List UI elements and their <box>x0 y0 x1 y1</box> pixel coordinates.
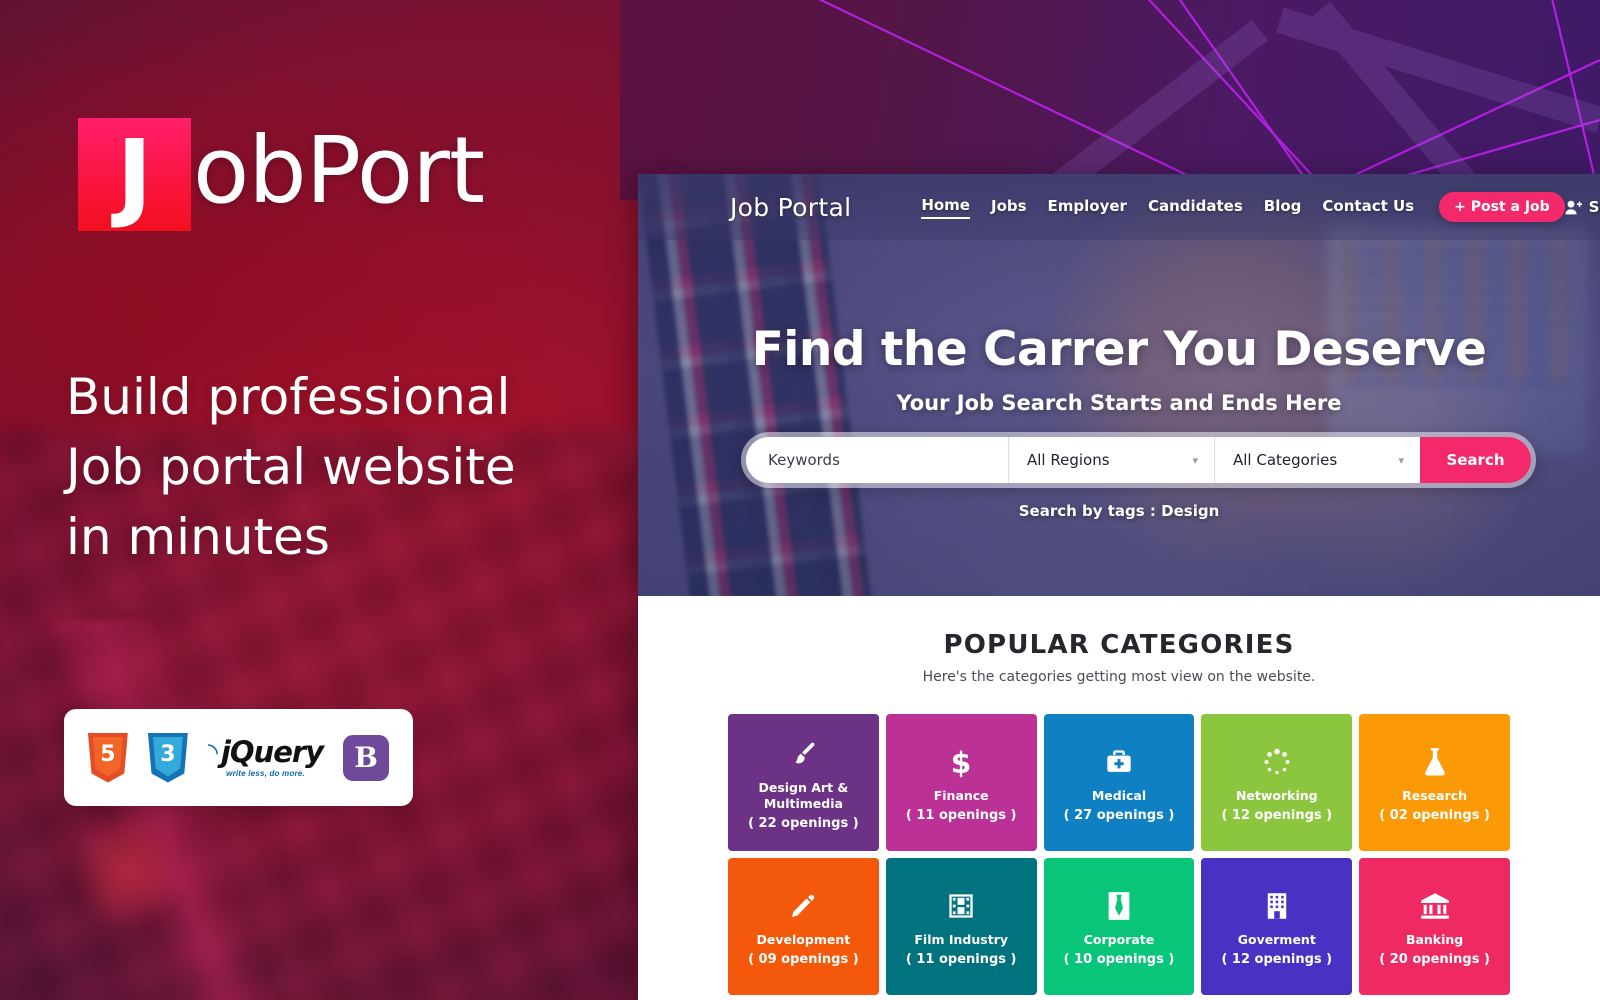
category-tile[interactable]: Goverment ( 12 openings ) <box>1201 858 1353 995</box>
html5-glyph: 5 <box>100 742 116 767</box>
jquery-icon: ◝ jQuery write less, do more. <box>207 734 324 778</box>
promo-red-glow <box>78 810 178 930</box>
tagline-line-2: Job portal website <box>66 438 516 496</box>
job-search-bar: Keywords All Regions ▾ All Categories ▾ … <box>741 432 1536 488</box>
category-openings: ( 10 openings ) <box>1063 952 1175 968</box>
category-name: Finance <box>933 787 989 803</box>
search-by-tags-line: Search by tags : Design <box>1018 502 1220 520</box>
logo-mark: J <box>78 118 191 231</box>
html5-icon: 5 <box>87 732 128 783</box>
search-button[interactable]: Search <box>1420 437 1531 483</box>
category-name: Networking <box>1235 787 1318 803</box>
category-name: Research <box>1402 787 1468 803</box>
signup-login-label: Signup / Login <box>1588 198 1600 216</box>
chevron-down-icon: ▾ <box>1192 453 1198 467</box>
office-building-icon <box>1264 886 1290 926</box>
category-tile[interactable]: Corporate ( 10 openings ) <box>1043 858 1195 995</box>
tagline-line-1: Build professional <box>66 368 511 426</box>
hero-copy: Find the Carrer You Deserve Your Job Sea… <box>638 322 1600 415</box>
promo-tagline: Build professional Job portal website in… <box>66 362 626 572</box>
nav-links: Home Jobs Employer Candidates Blog Conta… <box>921 192 1565 222</box>
nav-item-jobs[interactable]: Jobs <box>991 197 1027 218</box>
signup-login-link[interactable]: Signup / Login <box>1565 198 1600 216</box>
category-openings: ( 12 openings ) <box>1221 952 1333 968</box>
site-navbar: Job Portal Home Jobs Employer Candidates… <box>638 174 1600 240</box>
hero-title: Find the Carrer You Deserve <box>751 322 1487 377</box>
network-decoration-panel <box>620 0 1600 200</box>
logo-mark-letter: J <box>116 118 153 231</box>
category-name: Goverment <box>1237 931 1316 947</box>
post-a-job-button[interactable]: + Post a Job <box>1439 192 1565 222</box>
css3-glyph: 3 <box>160 742 176 767</box>
pencil-icon <box>789 886 817 926</box>
region-select[interactable]: All Regions ▾ <box>1008 437 1214 483</box>
nav-item-blog[interactable]: Blog <box>1264 197 1302 218</box>
category-tile[interactable]: Networking ( 12 openings ) <box>1201 714 1353 851</box>
category-openings: ( 09 openings ) <box>748 952 859 968</box>
category-select[interactable]: All Categories ▾ <box>1214 437 1420 483</box>
category-tile[interactable]: Banking ( 20 openings ) <box>1359 858 1510 995</box>
category-tile[interactable]: $ Finance ( 11 openings ) <box>885 714 1037 851</box>
bank-icon <box>1420 886 1450 926</box>
promo-light-streak <box>0 620 380 1000</box>
category-openings: ( 27 openings ) <box>1063 808 1175 824</box>
svg-text:$: $ <box>951 746 972 778</box>
paint-brush-icon <box>788 734 818 774</box>
jobport-logo: J obPort <box>78 117 485 231</box>
job-search-bar-inner: Keywords All Regions ▾ All Categories ▾ … <box>746 437 1531 483</box>
dollar-icon: $ <box>949 742 973 782</box>
hero-subtitle: Your Job Search Starts and Ends Here <box>896 391 1342 415</box>
nav-item-home[interactable]: Home <box>921 196 970 219</box>
bootstrap-icon: B <box>343 734 390 781</box>
site-brand[interactable]: Job Portal <box>730 193 851 222</box>
flask-icon <box>1422 742 1448 782</box>
category-name: Corporate <box>1083 931 1155 947</box>
nav-item-candidates[interactable]: Candidates <box>1148 197 1243 218</box>
logo-wordmark: obPort <box>193 117 485 224</box>
chevron-down-icon: ▾ <box>1398 453 1404 467</box>
nav-item-employer[interactable]: Employer <box>1048 197 1127 218</box>
categories-grid: Design Art & Multimedia ( 22 openings ) $ F… <box>728 714 1510 995</box>
hero-section: Job Portal Home Jobs Employer Candidates… <box>638 174 1600 596</box>
category-tile[interactable]: Development ( 09 openings ) <box>728 858 879 995</box>
category-name: Design Art & Multimedia <box>758 779 849 811</box>
category-tile[interactable]: Design Art & Multimedia ( 22 openings ) <box>728 714 879 851</box>
necktie-icon <box>1106 886 1132 926</box>
category-openings: ( 12 openings ) <box>1221 808 1333 824</box>
medical-kit-icon <box>1105 742 1133 782</box>
categories-title: POPULAR CATEGORIES <box>943 630 1295 660</box>
keywords-input[interactable]: Keywords <box>746 437 1008 483</box>
categories-subtitle: Here's the categories getting most view … <box>922 669 1316 685</box>
category-openings: ( 11 openings ) <box>905 952 1017 968</box>
bootstrap-glyph: B <box>354 740 378 774</box>
category-name: Development <box>756 931 851 947</box>
tagline-line-3: in minutes <box>66 508 330 566</box>
category-tile[interactable]: Research ( 02 openings ) <box>1359 714 1510 851</box>
jquery-swoosh-icon: ◝ <box>207 737 218 767</box>
category-name: Medical <box>1091 787 1147 803</box>
nav-item-contact-us[interactable]: Contact Us <box>1322 197 1414 218</box>
css3-icon: 3 <box>147 732 188 783</box>
jquery-glyph: jQuery <box>220 734 324 769</box>
category-name: Film Industry <box>914 931 1008 947</box>
category-select-value: All Categories <box>1233 451 1338 469</box>
website-mockup: Job Portal Home Jobs Employer Candidates… <box>638 174 1600 1000</box>
category-tile[interactable]: Film Industry ( 11 openings ) <box>885 858 1037 995</box>
category-openings: ( 20 openings ) <box>1379 952 1490 968</box>
category-name: Banking <box>1405 931 1464 947</box>
network-lines-icon <box>818 0 1600 200</box>
jquery-wordmark-row: ◝ jQuery <box>207 734 324 769</box>
region-select-value: All Regions <box>1027 451 1110 469</box>
category-openings: ( 22 openings ) <box>748 816 859 832</box>
network-spinner-icon <box>1262 742 1292 782</box>
film-icon <box>947 886 975 926</box>
popular-categories-section: POPULAR CATEGORIES Here's the categories… <box>638 596 1600 995</box>
category-tile[interactable]: Medical ( 27 openings ) <box>1043 714 1195 851</box>
category-openings: ( 02 openings ) <box>1379 808 1490 824</box>
jquery-sub-label: write less, do more. <box>226 768 305 778</box>
category-openings: ( 11 openings ) <box>905 808 1017 824</box>
user-plus-icon <box>1565 200 1582 214</box>
tech-stack-card: 5 3 ◝ jQuery write less, do more. B <box>64 709 413 806</box>
